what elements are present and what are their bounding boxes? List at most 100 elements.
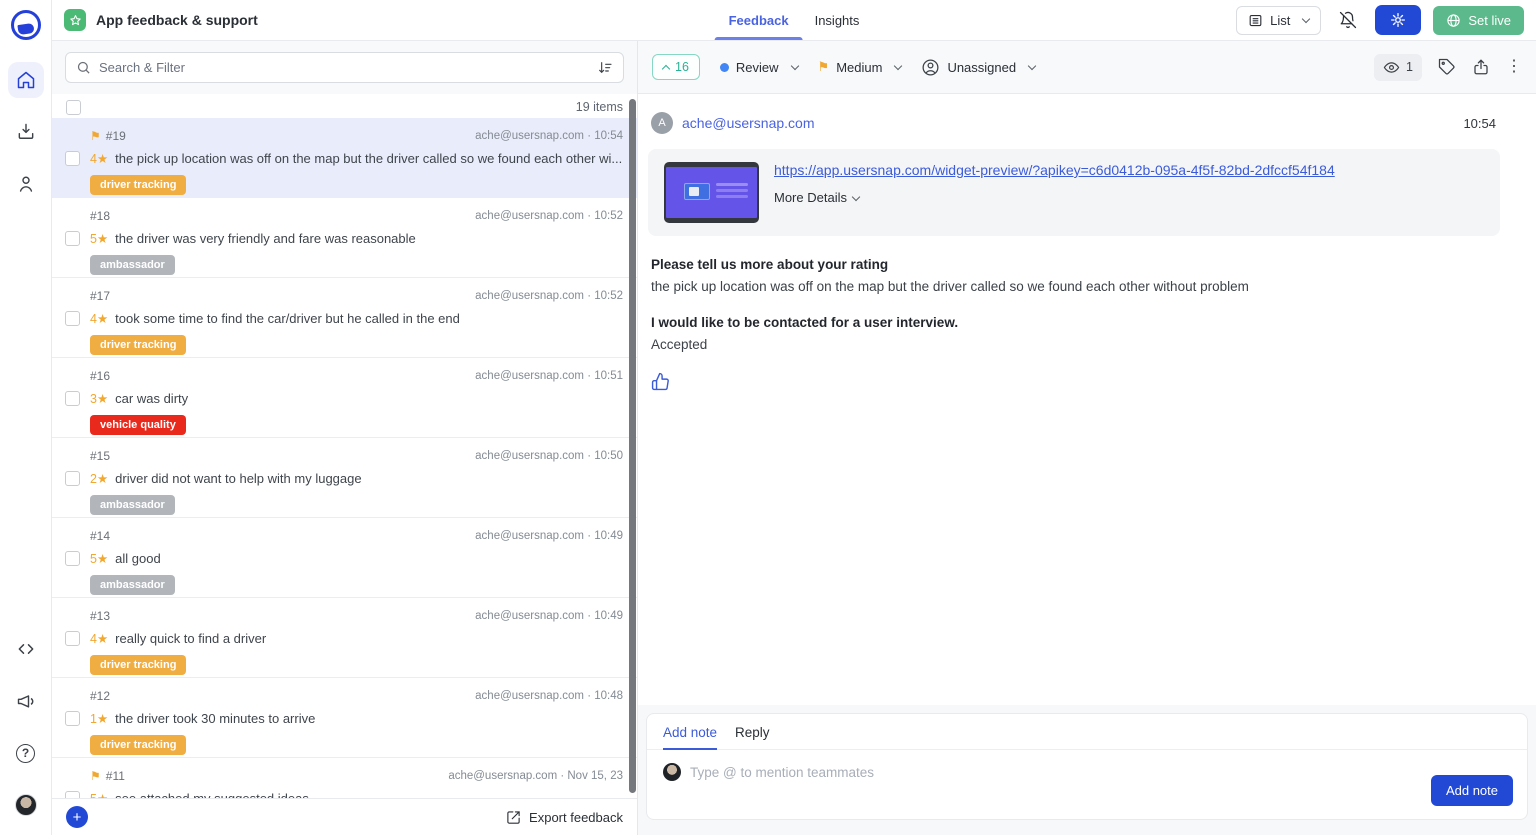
sidebar-item-inbox[interactable] xyxy=(8,114,44,150)
bell-slash-icon xyxy=(1339,11,1357,29)
search-icon xyxy=(76,60,91,75)
top-bar: App feedback & support Feedback Insights… xyxy=(52,0,1536,41)
author-email-link[interactable]: ache@usersnap.com xyxy=(682,115,815,131)
list-footer: + Export feedback xyxy=(52,798,637,835)
notifications-muted-button[interactable] xyxy=(1333,5,1363,35)
share-button[interactable] xyxy=(1472,58,1490,76)
help-icon: ? xyxy=(16,744,35,763)
rating-stars: 4★ xyxy=(90,151,108,166)
feedback-meta: ache@usersnap.com · 10:54 xyxy=(475,130,623,142)
row-checkbox[interactable] xyxy=(65,631,80,646)
row-checkbox[interactable] xyxy=(65,151,80,166)
chevron-down-icon xyxy=(1028,62,1036,70)
sort-icon[interactable] xyxy=(597,60,613,76)
widget-preview-card: https://app.usersnap.com/widget-preview/… xyxy=(648,149,1500,236)
feedback-list-item[interactable]: #16ache@usersnap.com · 10:513★car was di… xyxy=(52,358,637,438)
feedback-list-item[interactable]: ⚑#19ache@usersnap.com · 10:544★the pick … xyxy=(52,118,637,198)
widget-preview-link[interactable]: https://app.usersnap.com/widget-preview/… xyxy=(774,162,1335,178)
feedback-list-item[interactable]: #14ache@usersnap.com · 10:495★all goodam… xyxy=(52,518,637,598)
feedback-list-item[interactable]: #12 ache@usersnap.com · 10:48 1★ the driver… xyxy=(52,678,637,758)
feedback-text: the driver was very friendly and fare wa… xyxy=(115,231,416,246)
items-count: 19 items xyxy=(576,100,623,114)
feedback-list-item[interactable]: #13ache@usersnap.com · 10:494★really qui… xyxy=(52,598,637,678)
feedback-id: #18 xyxy=(90,209,110,223)
feedback-text: took some time to find the car/driver bu… xyxy=(115,311,460,326)
usersnap-logo-icon[interactable] xyxy=(11,10,41,40)
feedback-id: #16 xyxy=(90,369,110,383)
more-menu-button[interactable]: ⋮ xyxy=(1506,59,1522,75)
upvote-button[interactable]: 16 xyxy=(652,54,700,80)
feedback-id: #12 xyxy=(90,689,110,703)
status-dropdown[interactable]: Review xyxy=(720,60,798,75)
priority-flag-icon: ⚑ xyxy=(818,59,830,75)
feedback-meta: ache@usersnap.com · 10:50 xyxy=(475,450,623,462)
views-counter[interactable]: 1 xyxy=(1374,54,1422,81)
rating-stars: 5★ xyxy=(90,231,108,246)
sidebar-item-account[interactable] xyxy=(8,787,44,823)
icon-rail: ? xyxy=(0,0,52,835)
sidebar-item-announcements[interactable] xyxy=(8,683,44,719)
globe-icon xyxy=(1446,13,1461,28)
feedback-list-item[interactable]: #15ache@usersnap.com · 10:502★driver did… xyxy=(52,438,637,518)
screenshot-thumbnail[interactable] xyxy=(664,162,759,223)
select-all-checkbox[interactable] xyxy=(66,100,81,115)
add-feedback-button[interactable]: + xyxy=(66,806,88,828)
feedback-text: all good xyxy=(115,551,161,566)
sidebar-item-home[interactable] xyxy=(8,62,44,98)
set-live-button[interactable]: Set live xyxy=(1433,6,1524,35)
project-icon xyxy=(64,9,86,31)
row-checkbox[interactable] xyxy=(65,231,80,246)
feedback-list-item[interactable]: #18ache@usersnap.com · 10:525★the driver… xyxy=(52,198,637,278)
flag-icon: ⚑ xyxy=(90,769,101,783)
row-checkbox[interactable] xyxy=(65,471,80,486)
search-input[interactable] xyxy=(99,60,589,75)
rating-stars: 3★ xyxy=(90,391,108,406)
row-checkbox[interactable] xyxy=(65,711,80,726)
row-checkbox[interactable] xyxy=(65,391,80,406)
sidebar-item-help[interactable]: ? xyxy=(8,735,44,771)
tag-button[interactable] xyxy=(1438,58,1456,76)
thumbs-up-icon[interactable] xyxy=(651,372,671,391)
view-switcher-button[interactable]: List xyxy=(1236,6,1321,35)
add-note-button[interactable]: Add note xyxy=(1431,775,1513,806)
export-feedback-button[interactable]: Export feedback xyxy=(506,810,623,825)
rating-stars: 4★ xyxy=(90,311,108,326)
chevron-down-icon xyxy=(790,62,798,70)
home-icon xyxy=(16,70,36,90)
row-checkbox[interactable] xyxy=(65,551,80,566)
label-badge: driver tracking xyxy=(90,175,186,195)
rating-stars: 2★ xyxy=(90,471,108,486)
feedback-id: #13 xyxy=(90,609,110,623)
tab-add-note[interactable]: Add note xyxy=(663,725,717,749)
row-checkbox[interactable] xyxy=(65,311,80,326)
more-details-toggle[interactable]: More Details xyxy=(774,190,1335,205)
app-root: ? App feedback & support Feedback Insigh… xyxy=(0,0,1536,835)
list-header-row: 19 items xyxy=(52,94,637,118)
tab-feedback[interactable]: Feedback xyxy=(729,0,789,40)
feedback-text: the driver took 30 minutes to arrive xyxy=(115,711,315,726)
assignee-dropdown[interactable]: Unassigned xyxy=(921,58,1035,77)
note-input[interactable] xyxy=(690,765,1511,780)
author-avatar: A xyxy=(651,112,673,134)
label-badge: driver tracking xyxy=(90,655,186,675)
eye-icon xyxy=(1383,59,1400,76)
sidebar-item-developer[interactable] xyxy=(8,631,44,667)
answer-text: the pick up location was off on the map … xyxy=(651,279,1496,294)
label-badge: driver tracking xyxy=(90,335,186,355)
user-avatar xyxy=(15,794,37,816)
tab-insights[interactable]: Insights xyxy=(815,0,860,40)
user-icon xyxy=(16,174,36,194)
priority-dropdown[interactable]: ⚑ Medium xyxy=(818,59,902,75)
sidebar-item-users[interactable] xyxy=(8,166,44,202)
question-label: I would like to be contacted for a user … xyxy=(651,315,1496,330)
tab-reply[interactable]: Reply xyxy=(735,725,770,749)
gear-icon xyxy=(1390,12,1406,28)
settings-button[interactable] xyxy=(1375,5,1421,35)
list-scrollbar[interactable] xyxy=(629,99,636,793)
feedback-meta: ache@usersnap.com · 10:48 xyxy=(475,690,623,702)
feedback-meta: ache@usersnap.com · 10:49 xyxy=(475,530,623,542)
chevron-up-icon xyxy=(662,64,670,72)
feedback-list-item[interactable]: #17ache@usersnap.com · 10:524★took some … xyxy=(52,278,637,358)
rating-stars: 1★ xyxy=(90,711,108,726)
feedback-meta: ache@usersnap.com · 10:52 xyxy=(475,290,623,302)
